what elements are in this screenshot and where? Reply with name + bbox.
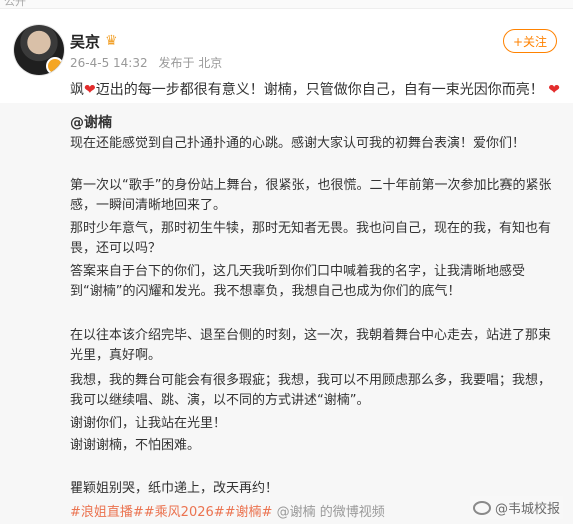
- top-strip: 公开: [0, 0, 573, 9]
- user-name-row: 吴京 ♛: [70, 31, 118, 51]
- repost-paragraph: 我想，我的舞台可能会有很多瑕疵；我想，我可以不用顾虑那么多，我要唱；我想，我可以…: [70, 373, 552, 408]
- heart-icon: ❤: [548, 82, 560, 98]
- avatar[interactable]: [14, 25, 64, 75]
- watermark-text: @韦城校报: [495, 502, 561, 517]
- repost-paragraph: 在以往本该介绍完毕、退至台侧的时刻，这一次，我朝着舞台中心走去，站进了那束光里，…: [70, 328, 552, 363]
- post-prefix: 飒: [70, 82, 84, 98]
- repost-paragraph: 答案来自于台下的你们，这几天我听到你们口中喊着我的名字，让我清晰地感受到“谢楠”…: [70, 264, 526, 299]
- repost-author[interactable]: @谢楠: [70, 112, 112, 132]
- repost-paragraph: 第一次以“歌手”的身份站上舞台，很紧张，也很慌。二十年前第一次参加比赛的紧张感，…: [70, 178, 552, 213]
- watermark: @韦城校报: [470, 496, 564, 519]
- post-text: 飒❤迈出的每一步都很有意义！谢楠，只管做你自己，自有一束光因你而亮！ ❤: [70, 80, 562, 100]
- post-source: 发布于 北京: [158, 56, 223, 70]
- repost-paragraph: 谢谢你们，让我站在光里！: [70, 416, 227, 431]
- post-time[interactable]: 26-4-5 14:32: [70, 56, 148, 70]
- repost-container[interactable]: [0, 103, 573, 524]
- post-body: 迈出的每一步都很有意义！谢楠，只管做你自己，自有一束光因你而亮！: [95, 82, 544, 98]
- hashtag-links[interactable]: #浪姐直播##乘风2026##谢楠# @谢楠 的微博视频: [70, 501, 385, 520]
- user-name[interactable]: 吴京: [70, 31, 100, 52]
- repost-paragraph: 谢谢谢楠，不怕困难。: [70, 438, 201, 453]
- weibo-logo-icon: [473, 500, 491, 515]
- heart-icon: ❤: [84, 82, 96, 98]
- top-strip-label: 公开: [4, 0, 26, 8]
- repost-paragraph: 现在还能感觉到自己扑通扑通的心跳。感谢大家认可我的初舞台表演！爱你们！: [70, 136, 526, 151]
- hashtag-text[interactable]: #浪姐直播##乘风2026##谢楠#: [70, 505, 272, 520]
- verified-badge-icon: [46, 57, 64, 75]
- post-meta: 26-4-5 14:32 发布于 北京: [70, 54, 229, 71]
- crown-icon: ♛: [105, 33, 118, 49]
- follow-button[interactable]: +关注: [503, 29, 557, 53]
- repost-paragraph: 那时少年意气，那时初生牛犊，那时无知者无畏。我也问自己，现在的我，有知也有畏，还…: [70, 221, 552, 256]
- video-link[interactable]: @谢楠 的微博视频: [277, 505, 385, 520]
